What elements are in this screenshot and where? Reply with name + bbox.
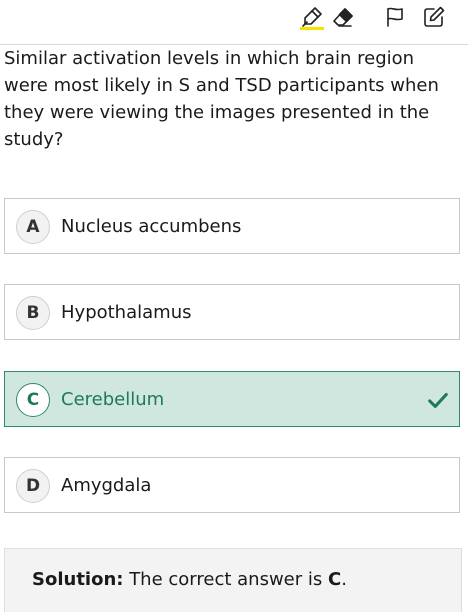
option-b[interactable]: B Hypothalamus: [4, 284, 460, 340]
option-label: Amygdala: [61, 475, 152, 496]
option-label: Hypothalamus: [61, 302, 192, 323]
option-c[interactable]: C Cerebellum: [4, 371, 460, 427]
eraser-icon[interactable]: [330, 4, 356, 30]
question-page: Similar activation levels in which brain…: [0, 0, 468, 612]
option-label: Cerebellum: [61, 389, 165, 410]
option-letter: A: [16, 210, 50, 244]
checkmark-icon: [428, 392, 448, 408]
note-edit-icon[interactable]: [421, 4, 447, 30]
toolbar: [0, 0, 468, 45]
solution-text: Solution: The correct answer is C.: [32, 569, 347, 590]
solution-box: Solution: The correct answer is C.: [4, 548, 462, 612]
solution-answer: C: [327, 569, 342, 590]
option-label: Nucleus accumbens: [61, 216, 242, 237]
option-letter: D: [16, 469, 50, 503]
option-letter: B: [16, 296, 50, 330]
option-d[interactable]: D Amygdala: [4, 457, 460, 513]
solution-body: The correct answer is: [123, 569, 328, 590]
highlight-color-indicator: [300, 27, 324, 30]
option-a[interactable]: A Nucleus accumbens: [4, 198, 460, 254]
flag-icon[interactable]: [382, 4, 408, 30]
solution-suffix: .: [341, 569, 347, 590]
option-letter: C: [16, 383, 50, 417]
question-text: Similar activation levels in which brain…: [4, 48, 439, 150]
solution-label: Solution:: [32, 569, 124, 590]
